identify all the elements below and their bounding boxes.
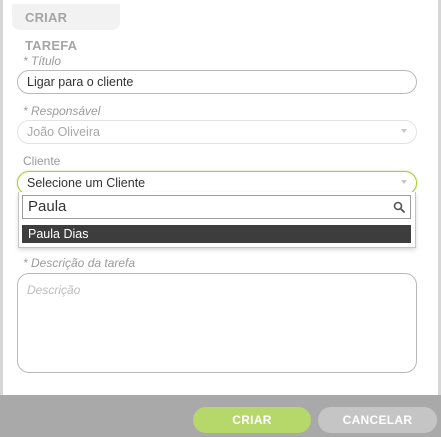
dialog-title: CRIAR TAREFA xyxy=(12,4,120,53)
responsavel-select[interactable]: João Oliveira xyxy=(17,120,417,144)
cliente-label: Cliente xyxy=(23,154,61,168)
descricao-textarea[interactable]: Descrição xyxy=(17,273,417,373)
titulo-input[interactable]: Ligar para o cliente xyxy=(17,70,417,94)
responsavel-label: * Responsável xyxy=(23,104,101,118)
dialog-left-border xyxy=(0,0,3,395)
cliente-search-text: Paula xyxy=(28,198,67,215)
chevron-down-icon xyxy=(401,180,407,184)
cancel-button[interactable]: CANCELAR xyxy=(318,407,437,433)
cliente-dropdown: Paula Paula Dias xyxy=(18,192,416,248)
responsavel-value: João Oliveira xyxy=(27,125,100,139)
descricao-label: * Descrição da tarefa xyxy=(23,256,136,270)
cliente-placeholder: Selecione um Cliente xyxy=(27,176,146,190)
search-icon xyxy=(393,201,405,213)
chevron-down-icon xyxy=(401,129,407,133)
create-button[interactable]: CRIAR xyxy=(193,407,311,433)
cliente-option[interactable]: Paula Dias xyxy=(22,225,411,243)
titulo-label: * Título xyxy=(23,54,62,68)
cliente-search-input[interactable]: Paula xyxy=(22,195,411,219)
